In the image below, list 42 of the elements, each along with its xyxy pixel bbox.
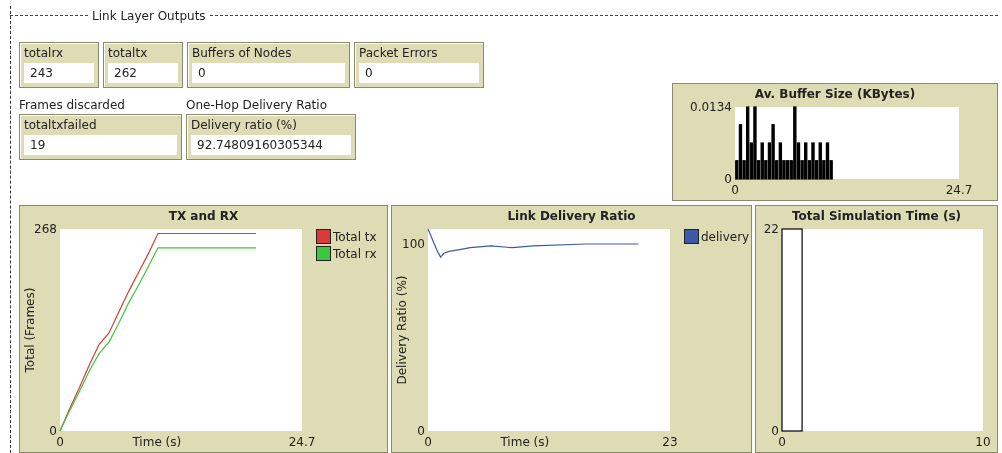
x-tick-label: 23 <box>662 435 678 449</box>
monitor-label: totalrx <box>24 45 65 60</box>
section-title: Link Layer Outputs <box>92 8 206 23</box>
legend-label: Total tx <box>333 229 377 244</box>
x-tick-label: 0 <box>731 183 739 197</box>
legend-label: Total rx <box>333 246 377 261</box>
x-axis-label: Time (s) <box>500 435 550 449</box>
monitor-value: 243 <box>24 62 94 83</box>
monitor-label: totaltxfailed <box>24 117 98 132</box>
y-axis-label: Total (Frames) <box>23 287 37 373</box>
x-tick-label: 0 <box>778 435 786 449</box>
y-tick-label: 22 <box>763 223 779 236</box>
y-tick-label: 268 <box>34 223 57 236</box>
monitor-caption: One-Hop Delivery Ratio <box>186 97 328 114</box>
monitor-value: 92.74809160305344 <box>191 134 351 155</box>
monitor-value: 19 <box>24 134 177 155</box>
y-axis-label: Delivery Ratio (%) <box>395 275 409 385</box>
y-tick-label: 0 <box>49 424 57 438</box>
monitor-label: Delivery ratio (%) <box>191 117 298 132</box>
y-tick-label: 0 <box>771 424 779 438</box>
x-axis-label: Time (s) <box>132 435 182 449</box>
y-tick-label: 0 <box>417 424 425 438</box>
monitor-value: 0 <box>359 62 479 83</box>
y-tick-label: 0.0134 <box>690 101 732 114</box>
x-tick-label: 24.7 <box>288 435 316 449</box>
plot-title: Link Delivery Ratio <box>507 209 636 223</box>
x-tick-label: 24.7 <box>945 183 973 197</box>
y-tick-label: 100 <box>402 236 425 251</box>
plot-title: Total Simulation Time (s) <box>792 209 961 223</box>
plot-title: Av. Buffer Size (KBytes) <box>754 87 916 101</box>
monitor-value: 262 <box>108 62 178 83</box>
monitor-label: totaltx <box>108 45 149 60</box>
x-tick-label: 10 <box>975 435 991 449</box>
legend-label: delivery <box>701 229 750 244</box>
x-tick-label: 0 <box>424 435 432 449</box>
y-tick-label: 0 <box>724 172 732 186</box>
monitor-caption: Frames discarded <box>19 97 126 114</box>
x-tick-label: 0 <box>56 435 64 449</box>
monitor-label: Buffers of Nodes <box>192 45 293 60</box>
monitor-label: Packet Errors <box>359 45 439 60</box>
plot-title: TX and RX <box>168 209 239 223</box>
monitor-value: 0 <box>192 62 345 83</box>
